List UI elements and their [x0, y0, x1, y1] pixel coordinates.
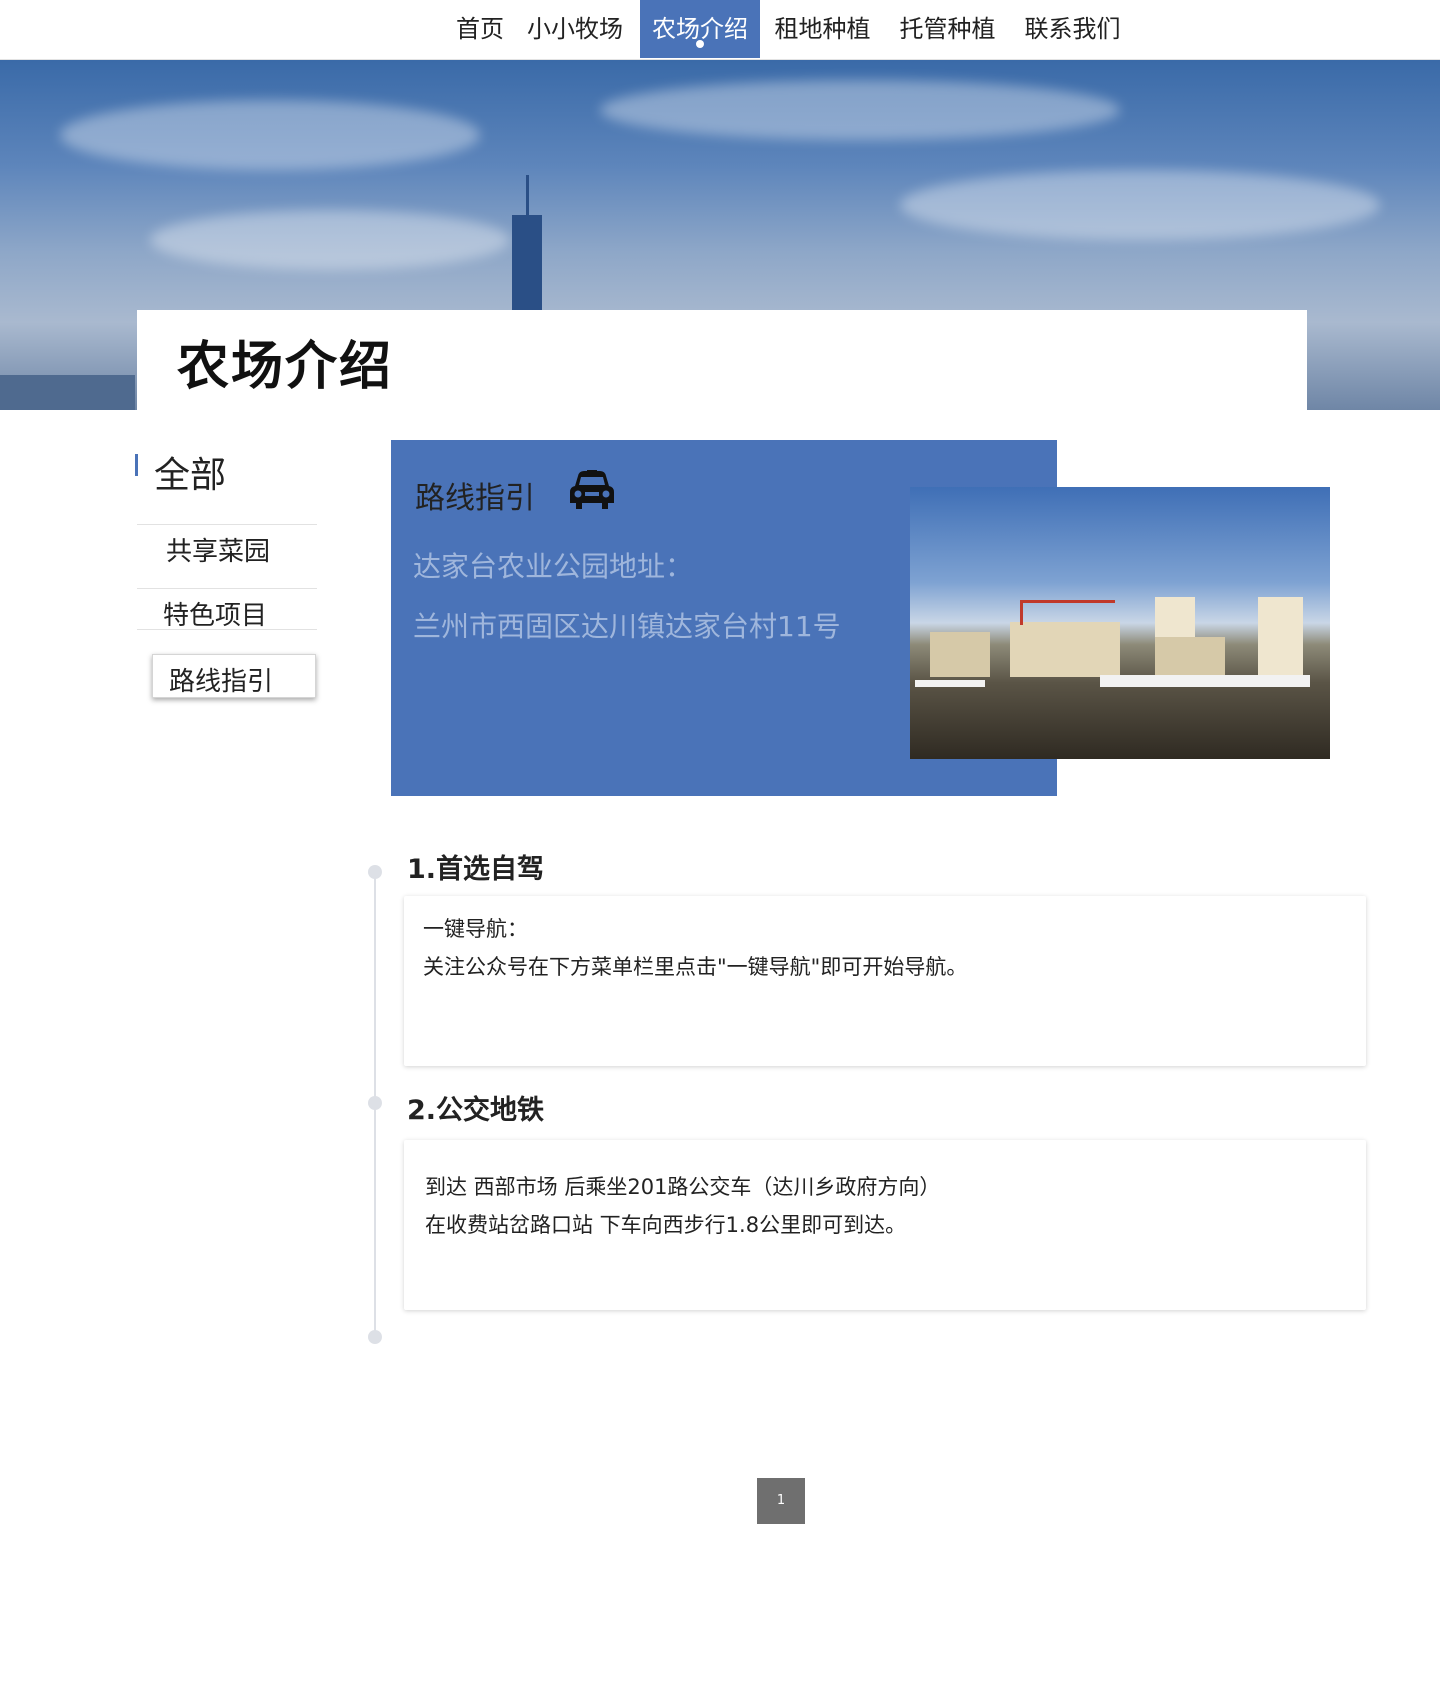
timeline-dot	[368, 1096, 382, 1110]
timeline-dot	[368, 1330, 382, 1344]
farm-photo	[910, 487, 1330, 759]
crane-shape	[1020, 600, 1023, 625]
nav-item-farm-intro-label: 农场介绍	[652, 15, 748, 43]
page-title: 农场介绍	[177, 337, 394, 397]
nav-item-hosted-planting[interactable]: 托管种植	[895, 0, 1000, 58]
cloud-shape	[900, 170, 1380, 240]
sidebar-heading-accent-bar	[135, 454, 138, 476]
nav-item-farm-intro[interactable]: 农场介绍	[640, 0, 760, 58]
crane-arm-shape	[1020, 600, 1115, 603]
sidebar-item-featured-projects[interactable]: 特色项目	[137, 588, 317, 631]
active-indicator-dot	[696, 40, 704, 48]
boat-shape	[1100, 675, 1310, 687]
address-label: 达家台农业公园地址：	[413, 550, 694, 583]
section-title-public-transit: 2.公交地铁	[407, 1095, 545, 1126]
building-shape	[930, 632, 990, 677]
nav-item-contact[interactable]: 联系我们	[1020, 0, 1125, 58]
section-line: 在收费站岔路口站 下车向西步行1.8公里即可到达。	[425, 1213, 907, 1237]
section-line: 到达 西部市场 后乘坐201路公交车（达川乡政府方向）	[425, 1175, 941, 1199]
sidebar-item-label: 共享菜园	[166, 537, 271, 567]
cloud-shape	[600, 80, 1120, 140]
cloud-shape	[60, 100, 480, 170]
nav-item-rent-land[interactable]: 租地种植	[770, 0, 875, 58]
pagination-page-button[interactable]: 1	[757, 1478, 805, 1524]
sidebar-heading-label: 全部	[154, 455, 227, 496]
section-title-self-drive: 1.首选自驾	[407, 854, 545, 885]
page-title-box: 农场介绍	[137, 310, 1307, 410]
sidebar-item-shared-garden[interactable]: 共享菜园	[137, 524, 317, 567]
timeline-dot	[368, 865, 382, 879]
cloud-shape	[150, 210, 510, 270]
nav-item-ranch[interactable]: 小小牧场	[525, 0, 625, 58]
building-shape	[1155, 597, 1195, 637]
sidebar-item-label: 特色项目	[163, 601, 268, 631]
building-shape	[1010, 622, 1120, 677]
sidebar-item-route-guide[interactable]: 路线指引	[152, 654, 316, 698]
boat-shape	[915, 680, 985, 687]
address-text: 兰州市西固区达川镇达家台村11号	[413, 610, 841, 643]
top-nav: 首页 小小牧场 农场介绍 租地种植 托管种植 联系我们	[0, 0, 1440, 60]
section-card-self-drive: 一键导航： 关注公众号在下方菜单栏里点击"一键导航"即可开始导航。	[404, 896, 1366, 1066]
section-card-public-transit: 到达 西部市场 后乘坐201路公交车（达川乡政府方向） 在收费站岔路口站 下车向…	[404, 1140, 1366, 1310]
building-shape	[1258, 597, 1303, 677]
sidebar-item-label: 路线指引	[169, 667, 274, 697]
nav-item-home[interactable]: 首页	[450, 0, 510, 58]
section-line: 一键导航：	[423, 917, 528, 941]
section-line: 关注公众号在下方菜单栏里点击"一键导航"即可开始导航。	[423, 955, 968, 979]
building-shape	[1155, 637, 1225, 677]
city-skyline-shape	[0, 375, 135, 410]
car-icon	[570, 470, 614, 509]
route-guide-heading: 路线指引	[415, 481, 535, 516]
